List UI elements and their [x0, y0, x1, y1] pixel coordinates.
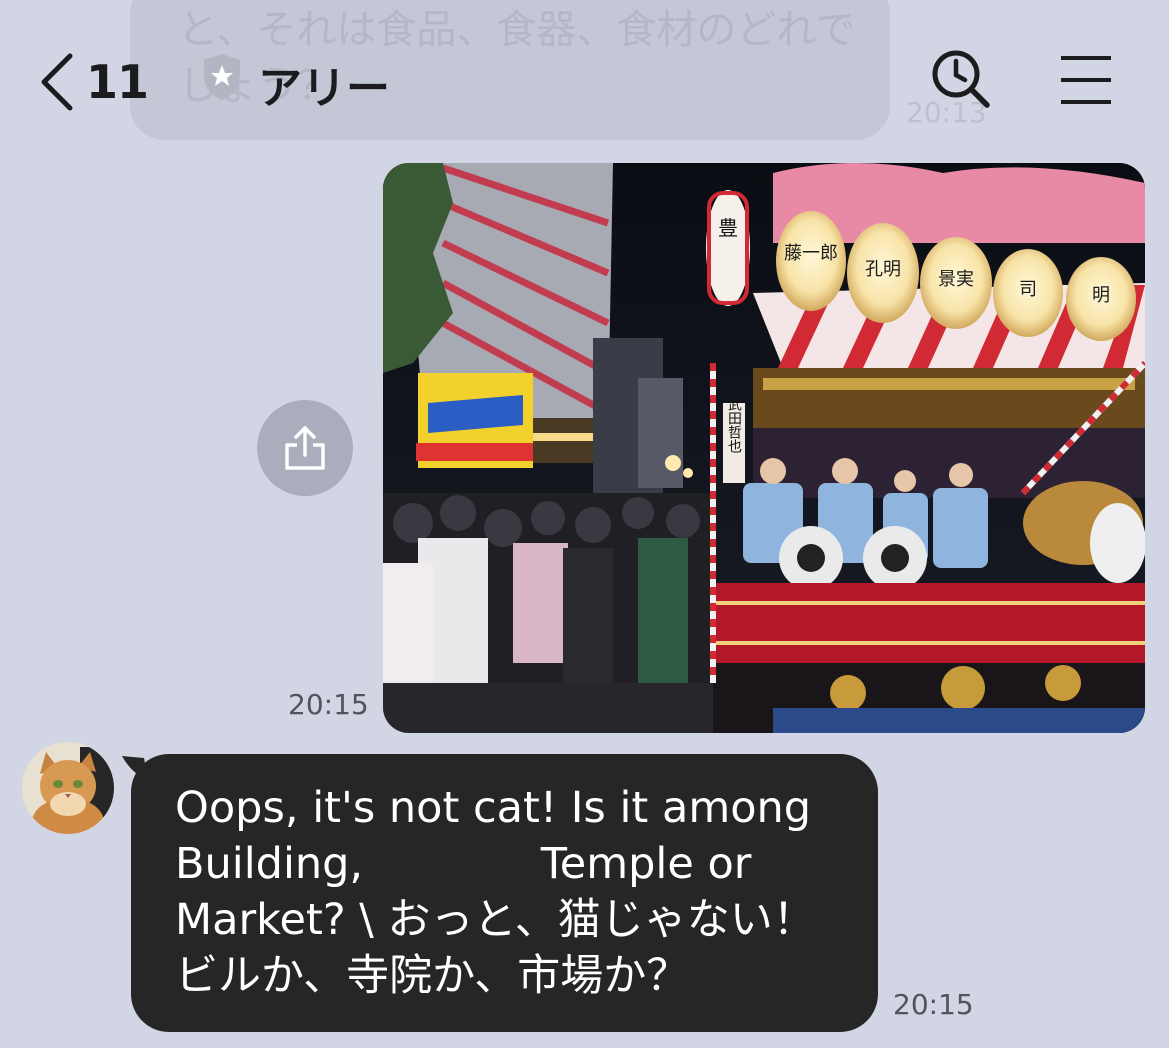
chat-title: アリー [258, 63, 390, 114]
reply-message-text: Oops, it's not cat! Is it among Building… [175, 783, 816, 1001]
photo-message-time: 20:15 [288, 688, 369, 721]
search-clock-icon[interactable] [930, 48, 992, 110]
reply-message-bubble[interactable]: Oops, it's not cat! Is it among Building… [131, 754, 878, 1032]
back-button[interactable]: 11 [38, 52, 149, 112]
reply-message-time: 20:15 [893, 988, 974, 1021]
shield-star-icon [204, 54, 240, 100]
share-button[interactable] [257, 400, 353, 496]
chat-header: 11 アリー [0, 0, 1169, 160]
unread-count: 11 [85, 55, 149, 109]
lantern-label: 景実 [938, 269, 974, 290]
festival-photo[interactable]: 豊 藤一郎 孔明 景実 司 明 武田哲也 [383, 163, 1145, 733]
hamburger-menu-icon[interactable] [1058, 54, 1114, 106]
share-icon [285, 426, 325, 470]
side-lantern-label: 武田哲也 [726, 397, 742, 453]
lantern-label: 司 [1019, 279, 1037, 300]
chevron-left-icon [41, 53, 73, 111]
lantern-label: 明 [1092, 285, 1110, 306]
lantern-label: 孔明 [865, 259, 901, 280]
lantern-label: 豊 [718, 216, 738, 240]
avatar[interactable] [22, 742, 114, 834]
cat-avatar-icon [22, 742, 114, 834]
festival-photo-illustration: 豊 藤一郎 孔明 景実 司 明 武田哲也 [383, 163, 1145, 733]
lantern-label: 藤一郎 [784, 243, 838, 264]
